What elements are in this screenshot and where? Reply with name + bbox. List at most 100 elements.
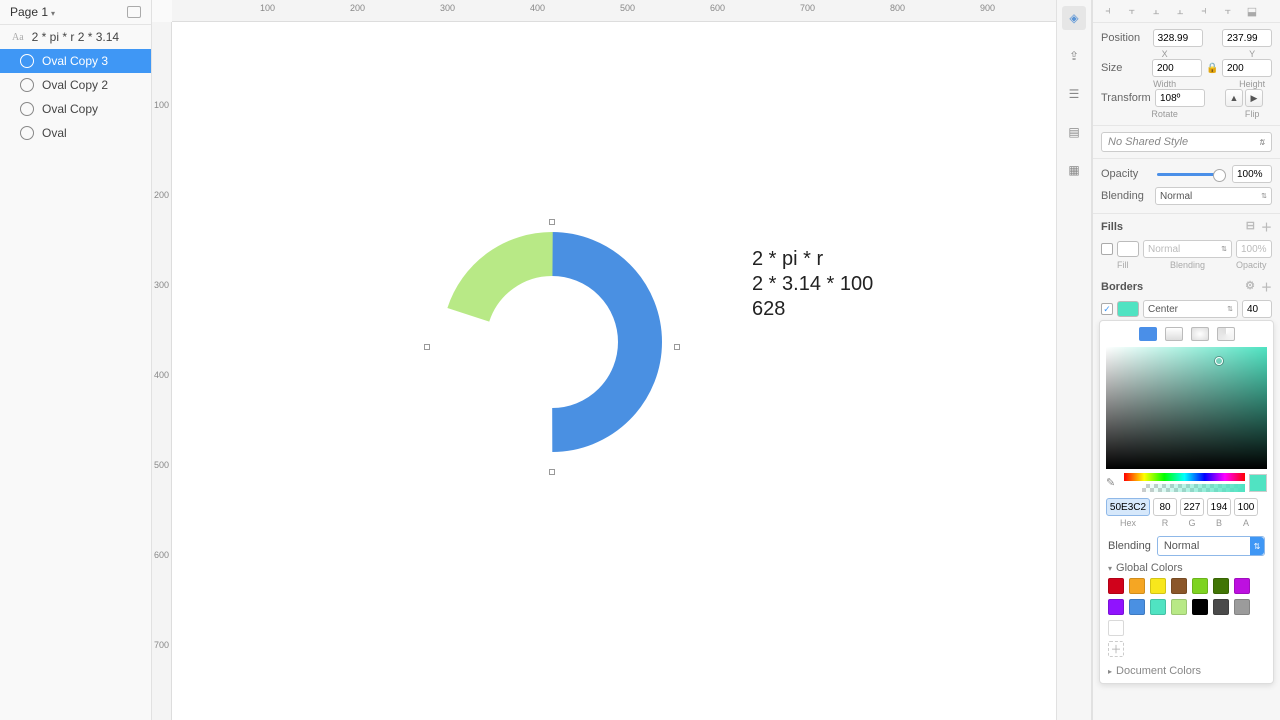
global-swatches	[1106, 578, 1267, 636]
global-swatch[interactable]	[1234, 599, 1250, 615]
document-colors-header[interactable]: ▸ Document Colors	[1108, 665, 1265, 677]
fill-swatch[interactable]	[1117, 241, 1139, 257]
layer-label: Oval Copy 2	[42, 78, 108, 92]
borders-header: Borders ⚙＋	[1093, 274, 1280, 297]
position-y-input[interactable]	[1222, 29, 1272, 47]
global-swatch[interactable]	[1171, 578, 1187, 594]
blending-select[interactable]: Normal⇅	[1155, 187, 1272, 205]
fills-settings-icon[interactable]: ⊟	[1246, 219, 1255, 235]
color-tab-solid[interactable]	[1139, 327, 1157, 341]
global-swatch[interactable]	[1108, 620, 1124, 636]
page-selector[interactable]: Page 1▾	[0, 0, 151, 25]
border-checkbox[interactable]	[1101, 303, 1113, 315]
align-icon[interactable]: ☰	[1062, 82, 1086, 106]
width-input[interactable]	[1152, 59, 1202, 77]
flip-vertical-icon[interactable]: ▶	[1245, 89, 1263, 107]
color-tab-gradient-angular[interactable]	[1217, 327, 1235, 341]
align-center-v-icon[interactable]: ⫞	[1195, 3, 1213, 19]
global-swatch[interactable]	[1108, 599, 1124, 615]
global-swatch[interactable]	[1129, 599, 1145, 615]
global-swatch[interactable]	[1192, 599, 1208, 615]
transform-label: Transform	[1101, 92, 1151, 104]
border-swatch[interactable]	[1117, 301, 1139, 317]
color-preview	[1249, 474, 1267, 492]
fill-blending-select[interactable]: Normal⇅	[1143, 240, 1232, 258]
fill-opacity-input[interactable]	[1236, 240, 1272, 258]
position-label: Position	[1101, 32, 1149, 44]
opacity-slider[interactable]	[1157, 173, 1222, 176]
layout-icon[interactable]: ▦	[1062, 158, 1086, 182]
picker-blending-select[interactable]: Normal⇅	[1157, 536, 1265, 556]
color-picker: ✎ Hex R G B A Blending Normal⇅	[1099, 320, 1274, 684]
global-swatch[interactable]	[1234, 578, 1250, 594]
layers-panel: Page 1▾ Aa 2 * pi * r 2 * 3.14 Oval Copy…	[0, 0, 152, 720]
global-swatch[interactable]	[1213, 599, 1229, 615]
disclosure-triangle-icon: ▸	[1108, 667, 1112, 676]
flip-horizontal-icon[interactable]: ▲	[1225, 89, 1243, 107]
layer-label: 2 * pi * r 2 * 3.14	[32, 30, 119, 44]
global-swatch[interactable]	[1192, 578, 1208, 594]
fills-add-icon[interactable]: ＋	[1261, 219, 1272, 235]
borders-settings-icon[interactable]: ⚙	[1245, 279, 1255, 295]
global-swatch[interactable]	[1129, 578, 1145, 594]
border-position-select[interactable]: Center⇅	[1143, 300, 1238, 318]
rotate-input[interactable]	[1155, 89, 1205, 107]
opacity-label: Opacity	[1101, 168, 1151, 180]
height-input[interactable]	[1222, 59, 1272, 77]
shared-style-select[interactable]: No Shared Style⇅	[1101, 132, 1272, 152]
g-input[interactable]	[1180, 498, 1204, 516]
fill-checkbox[interactable]	[1101, 243, 1113, 255]
layer-row-oval-copy[interactable]: Oval Copy	[0, 97, 151, 121]
layer-row-oval-copy-3[interactable]: Oval Copy 3	[0, 49, 151, 73]
border-width-input[interactable]	[1242, 300, 1272, 318]
a-input[interactable]	[1234, 498, 1258, 516]
opacity-input[interactable]	[1232, 165, 1272, 183]
canvas[interactable]: 2 * pi * r 2 * 3.14 * 100 628	[172, 22, 1056, 720]
format-icon[interactable]: ▤	[1062, 120, 1086, 144]
color-tab-gradient-linear[interactable]	[1165, 327, 1183, 341]
hue-slider[interactable]	[1124, 473, 1245, 481]
global-swatch[interactable]	[1150, 578, 1166, 594]
layer-label: Oval	[42, 126, 67, 140]
position-x-input[interactable]	[1153, 29, 1203, 47]
align-top-icon[interactable]: ⫠	[1171, 3, 1189, 19]
export-icon[interactable]: ⇪	[1062, 44, 1086, 68]
alpha-slider[interactable]	[1142, 484, 1245, 492]
size-label: Size	[1101, 62, 1148, 74]
opacity-section: Opacity Blending Normal⇅	[1093, 159, 1280, 214]
r-input[interactable]	[1153, 498, 1177, 516]
borders-add-icon[interactable]: ＋	[1261, 279, 1272, 295]
color-tab-gradient-radial[interactable]	[1191, 327, 1209, 341]
align-center-h-icon[interactable]: ⫟	[1123, 3, 1141, 19]
inspector-tab-icon[interactable]: ◈	[1062, 6, 1086, 30]
global-swatch[interactable]	[1213, 578, 1229, 594]
align-right-icon[interactable]: ⫠	[1147, 3, 1165, 19]
b-input[interactable]	[1207, 498, 1231, 516]
oval-icon	[20, 54, 34, 68]
saturation-value-field[interactable]	[1106, 347, 1267, 469]
selection-outline	[427, 222, 677, 472]
text-line-3: 628	[752, 297, 873, 322]
global-swatch[interactable]	[1108, 578, 1124, 594]
hex-input[interactable]	[1106, 498, 1150, 516]
eyedropper-icon[interactable]: ✎	[1106, 476, 1120, 490]
global-swatch[interactable]	[1171, 599, 1187, 615]
chevron-down-icon: ▾	[51, 9, 55, 18]
add-swatch-button[interactable]: ＋	[1108, 641, 1124, 657]
inspector-panel: ⫞ ⫟ ⫠ ⫠ ⫞ ⫟ ⬓ Position XY Size 🔒 WidthHe…	[1092, 0, 1280, 720]
layer-row-oval[interactable]: Oval	[0, 121, 151, 145]
layer-row-text[interactable]: Aa 2 * pi * r 2 * 3.14	[0, 25, 151, 49]
canvas-text-block[interactable]: 2 * pi * r 2 * 3.14 * 100 628	[752, 247, 873, 322]
artboard-icon[interactable]	[127, 6, 141, 18]
align-left-icon[interactable]: ⫞	[1099, 3, 1117, 19]
page-name: Page 1	[10, 5, 48, 19]
canvas-area: 100 200 300 400 500 600 700 800 900 100 …	[152, 0, 1056, 720]
distribute-icon[interactable]: ⬓	[1243, 3, 1261, 19]
lock-icon[interactable]: 🔒	[1206, 63, 1218, 74]
global-swatch[interactable]	[1150, 599, 1166, 615]
layer-row-oval-copy-2[interactable]: Oval Copy 2	[0, 73, 151, 97]
global-colors-header[interactable]: ▾ Global Colors	[1108, 562, 1265, 574]
shared-style-section: No Shared Style⇅	[1093, 126, 1280, 159]
border-row: Center⇅	[1093, 297, 1280, 320]
align-bottom-icon[interactable]: ⫟	[1219, 3, 1237, 19]
